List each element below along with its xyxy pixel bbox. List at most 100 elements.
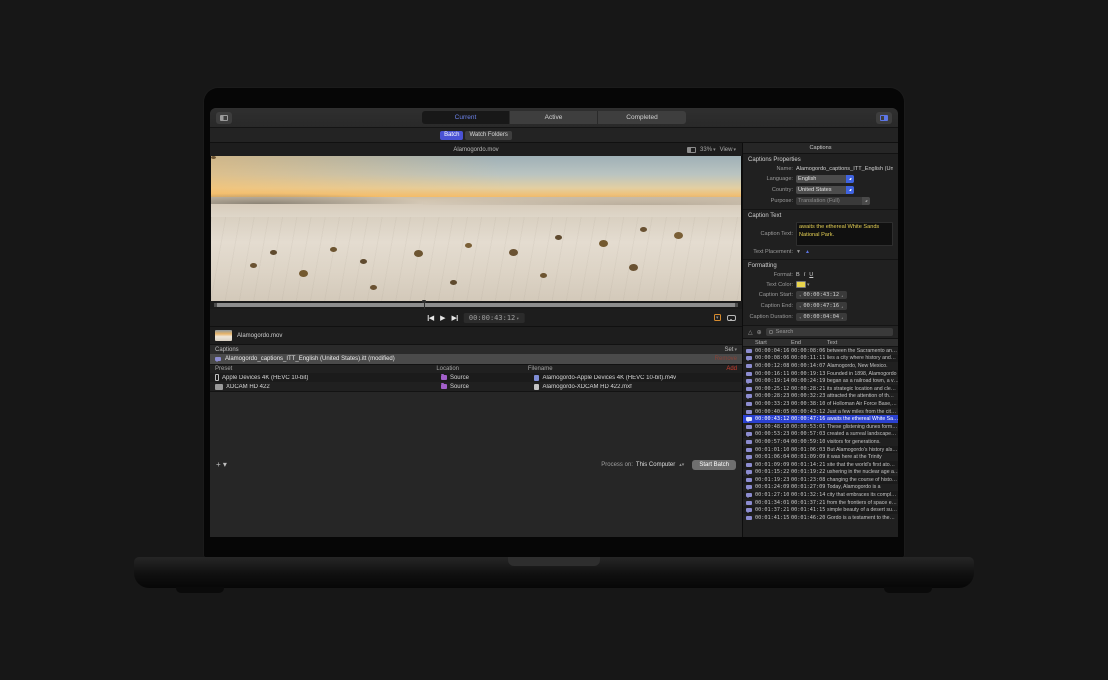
tab-watch-folders[interactable]: Watch Folders <box>465 131 511 140</box>
timeline-scrubber[interactable] <box>214 303 738 307</box>
placement-top-icon[interactable]: ▲ <box>805 249 810 255</box>
batch-source-row[interactable]: Alamogordo.mov <box>210 327 742 344</box>
italic-button[interactable]: I <box>804 272 806 278</box>
text-color-swatch[interactable] <box>796 281 806 288</box>
caption-row-icon <box>746 425 752 429</box>
caption-start-time: 00:01:37:21 <box>755 507 791 513</box>
sidebar-toggle-button[interactable] <box>216 112 232 124</box>
caption-end-time: 00:01:09:09 <box>791 454 827 460</box>
zoom-level-control[interactable]: 33% <box>700 147 716 153</box>
caption-start-stepper[interactable]: 00:00:43:12 <box>796 291 847 299</box>
language-select[interactable]: English <box>796 175 854 183</box>
purpose-select[interactable]: Translation (Full) <box>796 197 870 205</box>
caption-row[interactable]: 00:00:16:11 00:00:19:13 Founded in 1898,… <box>743 370 898 378</box>
playhead[interactable] <box>424 301 425 309</box>
caption-row[interactable]: 00:01:09:09 00:01:14:21 site that the wo… <box>743 461 898 469</box>
caption-row[interactable]: 00:01:24:09 00:01:27:09 Today, Alamogord… <box>743 484 898 492</box>
caption-start-time: 00:01:06:04 <box>755 454 791 460</box>
caption-file-name: Alamogordo_captions_ITT_English (United … <box>225 356 395 362</box>
caption-duration-stepper[interactable]: 00:00:04:04 <box>796 313 847 321</box>
caption-row[interactable]: 00:00:48:10 00:00:53:01 These glistening… <box>743 423 898 431</box>
caption-row[interactable]: 00:00:33:23 00:00:38:10 of Holloman Air … <box>743 400 898 408</box>
caption-overlay-icon[interactable] <box>727 315 736 321</box>
caption-row[interactable]: 00:01:15:22 00:01:19:22 ushering in the … <box>743 469 898 477</box>
captions-section-label: Captions <box>215 347 239 353</box>
timecode-display[interactable]: 00:00:43:12 <box>464 313 524 323</box>
preset-device-icon <box>215 384 223 390</box>
caption-start-time: 00:01:24:09 <box>755 484 791 490</box>
caption-row[interactable]: 00:01:06:04 00:01:09:09 it was here at t… <box>743 453 898 461</box>
caption-row[interactable]: 00:01:34:01 00:01:37:21 from the frontie… <box>743 499 898 507</box>
add-preset-button[interactable]: + ▾ <box>216 460 227 469</box>
caption-end-stepper[interactable]: 00:00:47:16 <box>796 302 847 310</box>
caption-row[interactable]: 00:00:08:06 00:00:11:11 lies a city wher… <box>743 355 898 363</box>
compare-view-icon[interactable] <box>687 147 696 153</box>
caption-row[interactable]: 00:00:19:14 00:00:24:19 began as a railr… <box>743 377 898 385</box>
search-input[interactable] <box>766 328 893 336</box>
caption-row[interactable]: 00:00:57:04 00:00:59:10 visitors for gen… <box>743 438 898 446</box>
caption-text-preview: These glistening dunes form… <box>827 424 898 430</box>
inspector-toggle-button[interactable] <box>876 112 892 124</box>
caption-text-preview: visitors for generations. <box>827 439 898 445</box>
view-menu[interactable]: View <box>720 147 736 153</box>
caption-row-icon <box>746 402 752 406</box>
placement-bottom-icon[interactable]: ▼ <box>796 249 801 255</box>
status-tab[interactable]: Current <box>422 111 510 124</box>
remove-caption-button[interactable]: Remove <box>715 356 737 362</box>
video-canvas[interactable] <box>210 156 742 301</box>
caption-start-time: 00:00:16:11 <box>755 371 791 377</box>
captions-table: Start End Text 00:00:04:16 00:00:08:06 b… <box>743 339 898 537</box>
preset-row[interactable]: XDCAM HD 422 Source Alamogordo-XDCAM HD … <box>210 382 742 391</box>
caption-row[interactable]: 00:00:53:23 00:00:57:03 created a surrea… <box>743 431 898 439</box>
caption-row-icon <box>746 356 752 360</box>
caption-end-time: 00:00:19:13 <box>791 371 827 377</box>
caption-row[interactable]: 00:01:19:23 00:01:23:08 changing the cou… <box>743 476 898 484</box>
status-tab[interactable]: Active <box>510 111 598 124</box>
caption-row[interactable]: 00:01:01:10 00:01:06:03 But Alamogordo's… <box>743 446 898 454</box>
tab-batch[interactable]: Batch <box>440 131 463 140</box>
mode-switch-bar: Batch Watch Folders <box>210 128 898 143</box>
caption-warning-icon[interactable]: △ <box>748 329 753 336</box>
caption-text-input[interactable]: awaits the ethereal White Sands National… <box>796 222 893 246</box>
set-captions-menu[interactable]: Set <box>724 347 737 353</box>
caption-text-section: Caption Text Caption Text: awaits the et… <box>743 210 898 260</box>
caption-row-icon <box>746 463 752 467</box>
add-output-button[interactable]: Add <box>726 366 737 372</box>
caption-text-preview: attracted the attention of th… <box>827 393 898 399</box>
caption-row[interactable]: 00:00:28:23 00:00:32:23 attracted the at… <box>743 393 898 401</box>
caption-start-time: 00:00:25:12 <box>755 386 791 392</box>
process-on-value[interactable]: This Computer <box>636 462 675 468</box>
caption-row[interactable]: 00:01:41:15 00:01:46:20 Gordo is a testa… <box>743 514 898 522</box>
captions-list-toolbar: △ ⊕ <box>743 326 898 339</box>
caption-row-icon <box>746 410 752 414</box>
caption-row[interactable]: 00:00:04:16 00:00:08:06 between the Sacr… <box>743 347 898 355</box>
caption-row[interactable]: 00:00:43:12 00:00:47:16 awaits the ether… <box>743 415 898 423</box>
country-select[interactable]: United States <box>796 186 854 194</box>
preset-table-header: Preset Location Filename Add <box>210 364 742 373</box>
caption-row[interactable]: 00:00:12:08 00:00:14:07 Alamogordo, New … <box>743 362 898 370</box>
caption-row[interactable]: 00:01:37:21 00:01:41:15 simple beauty of… <box>743 506 898 514</box>
caption-start-time: 00:00:43:12 <box>755 416 791 422</box>
caption-start-time: 00:01:41:15 <box>755 515 791 521</box>
caption-file-row[interactable]: Alamogordo_captions_ITT_English (United … <box>210 354 742 364</box>
underline-button[interactable]: U <box>809 272 813 278</box>
text-placement-label: Text Placement: <box>748 249 796 255</box>
status-tab[interactable]: Completed <box>598 111 686 124</box>
bold-button[interactable]: B <box>796 272 800 278</box>
play-button[interactable]: ▶ <box>440 314 445 322</box>
preset-row[interactable]: Apple Devices 4K (HEVC 10-bit) Source Al… <box>210 373 742 382</box>
caption-start-time: 00:01:15:22 <box>755 469 791 475</box>
text-color-menu-icon[interactable] <box>806 282 810 288</box>
caption-row[interactable]: 00:00:40:05 00:00:43:12 Just a few miles… <box>743 408 898 416</box>
previous-frame-button[interactable]: ◀ <box>428 314 434 322</box>
marker-icon[interactable] <box>714 314 721 321</box>
process-on-stepper-icon[interactable]: ▴▾ <box>679 462 684 468</box>
caption-text-preview: city that embraces its compl… <box>827 492 898 498</box>
next-frame-button[interactable]: ▶ <box>452 314 458 322</box>
start-batch-button[interactable]: Start Batch <box>692 460 736 470</box>
compressor-window: Current Active Completed Batch Watch <box>210 108 898 537</box>
caption-row[interactable]: 00:01:27:10 00:01:32:14 city that embrac… <box>743 491 898 499</box>
add-caption-icon[interactable]: ⊕ <box>757 329 762 336</box>
caption-end-time: 00:00:53:01 <box>791 424 827 430</box>
caption-row[interactable]: 00:00:25:12 00:00:28:21 its strategic lo… <box>743 385 898 393</box>
